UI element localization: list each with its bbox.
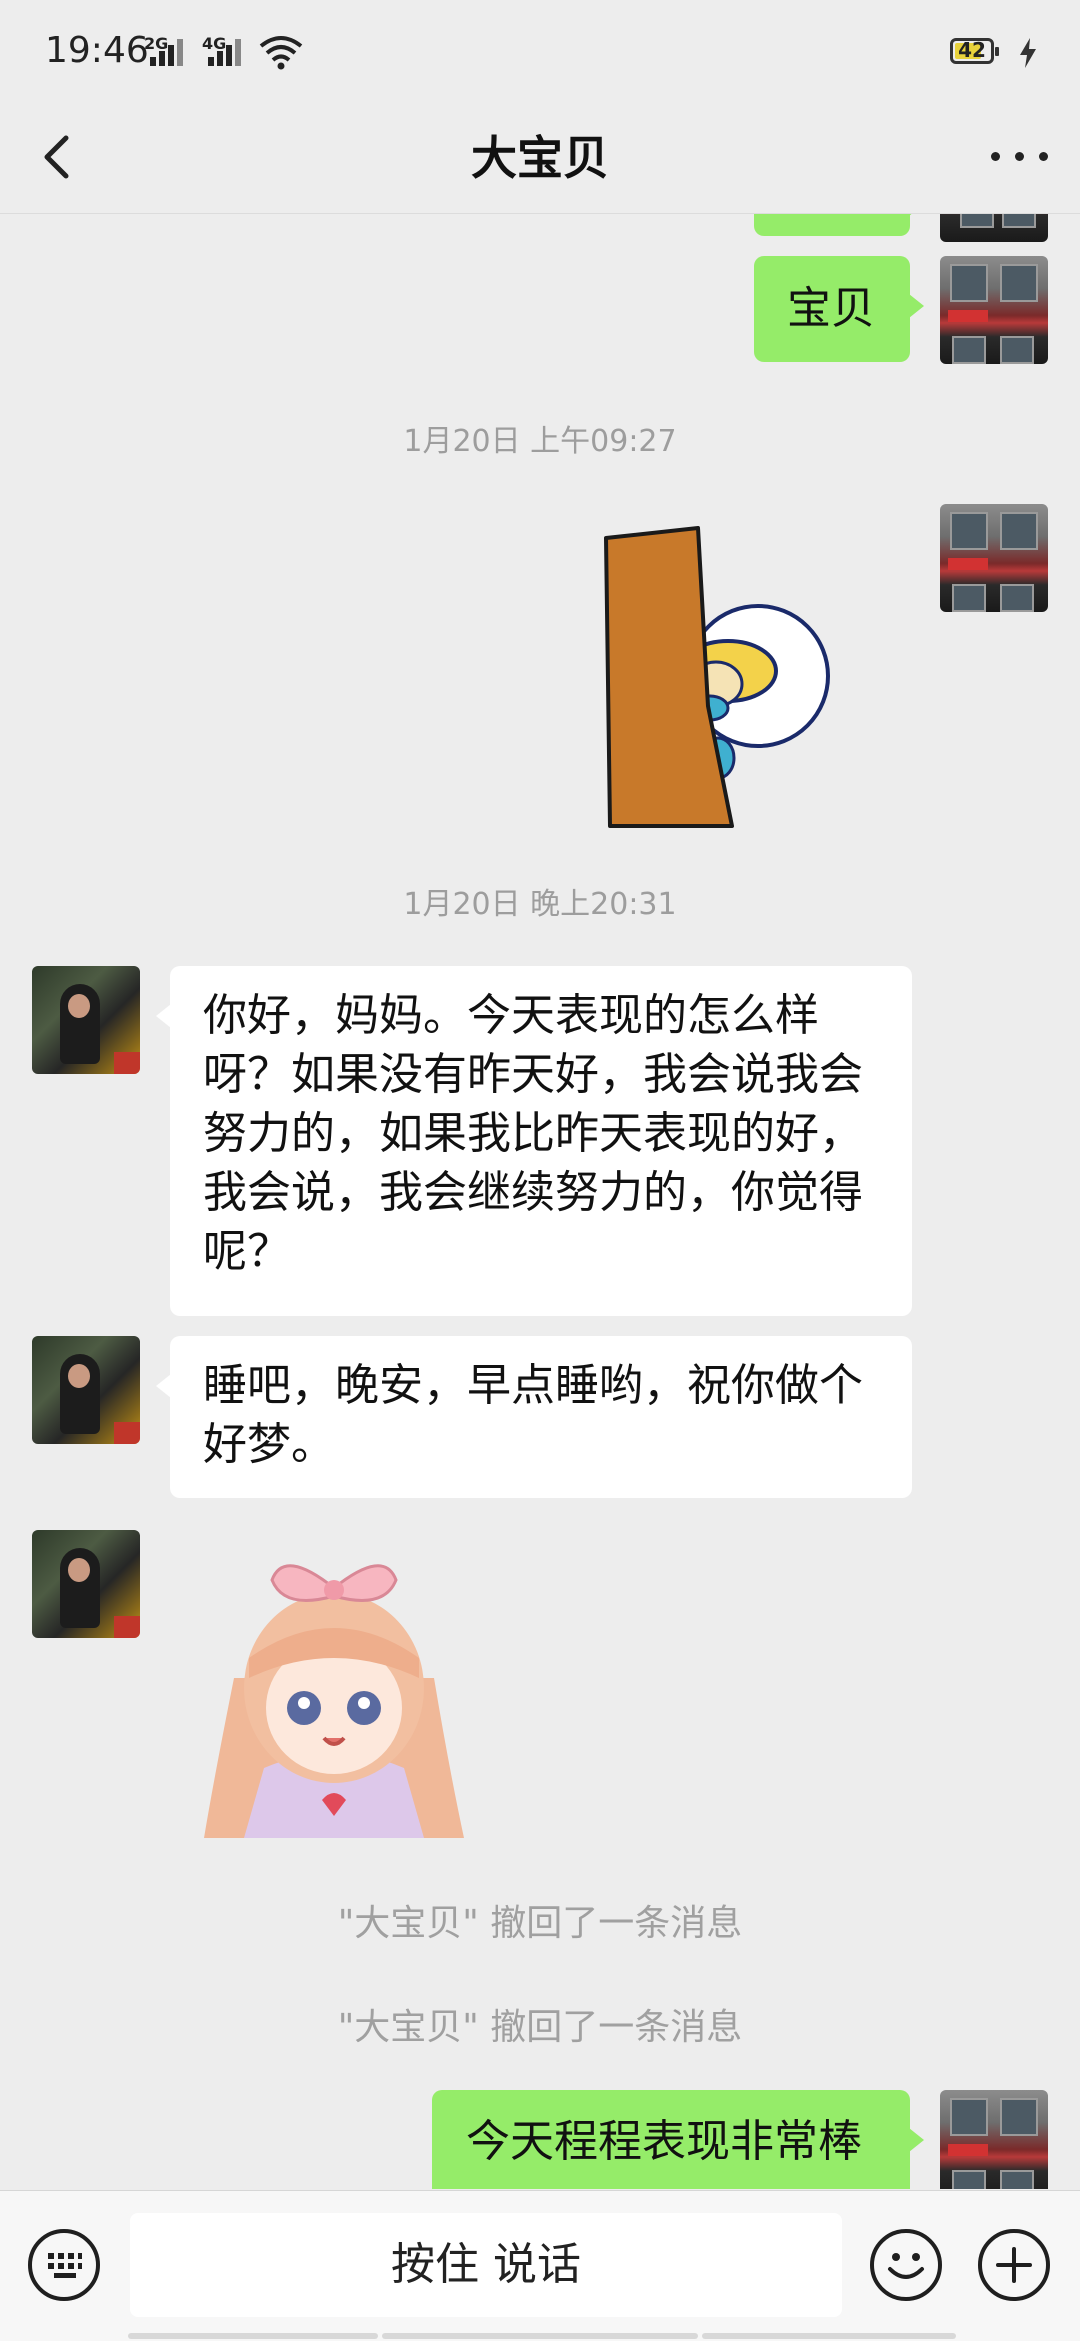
plus-button[interactable] xyxy=(978,2229,1050,2301)
wifi-icon xyxy=(259,36,303,70)
message-text: 今天程程表现非常棒 xyxy=(466,2116,862,2167)
message-text: 宝贝 xyxy=(787,283,875,334)
emoji-button[interactable] xyxy=(870,2229,942,2301)
avatar-self[interactable] xyxy=(940,2090,1048,2189)
nav-gesture-bar xyxy=(128,2333,378,2339)
battery-icon: 42 xyxy=(950,38,999,64)
avatar-contact[interactable] xyxy=(32,1336,140,1444)
hold-to-talk-button[interactable]: 按住 说话 xyxy=(130,2213,842,2317)
nav-gesture-bar xyxy=(702,2333,956,2339)
message-bubble-sent[interactable]: 今天程程表现非常棒 xyxy=(432,2090,924,2189)
battery-level: 42 xyxy=(958,38,986,62)
message-text: 睡吧，晚安，早点睡哟，祝你做个好梦。 xyxy=(203,1360,863,1470)
charging-icon xyxy=(1020,38,1036,68)
sticker-cartoon-girl[interactable] xyxy=(194,1538,474,1843)
avatar-self[interactable] xyxy=(940,256,1048,364)
keyboard-icon xyxy=(48,2253,82,2278)
chat-header: 大宝贝 xyxy=(0,100,1080,214)
message-bubble-received[interactable]: 你好，妈妈。今天表现的怎么样呀？如果没有昨天好，我会说我会努力的，如果我比昨天表… xyxy=(156,966,912,1316)
message-bubble-sent[interactable]: 宝贝 xyxy=(754,256,924,362)
timestamp: 1月20日 晚上20:31 xyxy=(403,887,677,922)
avatar-contact[interactable] xyxy=(32,1530,140,1638)
message-list[interactable]: 宝贝 1月20日 上午09:27 1月20日 晚上20:31 你好，妈妈。今天表… xyxy=(0,214,1080,2189)
signal-icon-2 xyxy=(208,38,248,66)
signal-icon-1 xyxy=(150,38,190,66)
plus-icon xyxy=(996,2247,1032,2283)
recall-notice: "大宝贝" 撤回了一条消息 xyxy=(337,1903,743,1944)
message-bubble-partial[interactable] xyxy=(754,214,924,236)
status-bar: 19:46 2G 4G 42 xyxy=(0,0,1080,100)
sticker-peeking-figure[interactable] xyxy=(598,526,838,846)
message-bubble-received[interactable]: 睡吧，晚安，早点睡哟，祝你做个好梦。 xyxy=(156,1336,912,1498)
chat-input-bar: 按住 说话 xyxy=(0,2190,1080,2341)
status-time: 19:46 xyxy=(45,30,149,71)
keyboard-toggle-button[interactable] xyxy=(28,2229,100,2301)
nav-gesture-bar xyxy=(382,2333,698,2339)
avatar-contact[interactable] xyxy=(32,966,140,1074)
chat-title: 大宝贝 xyxy=(471,131,609,185)
avatar-self[interactable] xyxy=(940,214,1048,242)
timestamp: 1月20日 上午09:27 xyxy=(403,424,677,459)
avatar-self[interactable] xyxy=(940,504,1048,612)
message-text: 你好，妈妈。今天表现的怎么样呀？如果没有昨天好，我会说我会努力的，如果我比昨天表… xyxy=(203,990,863,1277)
more-options-button[interactable] xyxy=(985,132,1055,182)
emoji-icon xyxy=(888,2253,924,2279)
recall-notice: "大宝贝" 撤回了一条消息 xyxy=(337,2007,743,2048)
